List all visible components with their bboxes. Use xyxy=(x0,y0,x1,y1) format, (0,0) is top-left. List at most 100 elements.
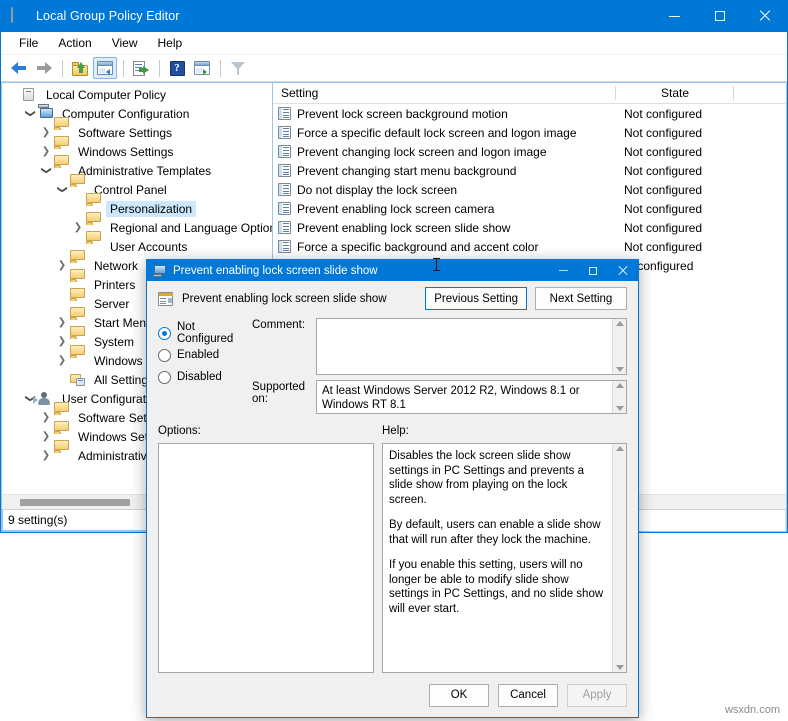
next-setting-button[interactable]: Next Setting xyxy=(535,287,627,310)
close-icon xyxy=(618,266,628,276)
chevron-right-icon[interactable]: ❯ xyxy=(38,450,54,461)
tree-node-label: Network xyxy=(90,258,142,274)
chevron-right-icon[interactable]: ❯ xyxy=(54,260,70,271)
table-row[interactable]: Prevent lock screen background motionNot… xyxy=(273,104,786,123)
cell-state: Not configured xyxy=(616,126,734,140)
dialog-maximize-button[interactable] xyxy=(578,260,608,281)
chevron-down-icon[interactable]: ❯ xyxy=(25,106,36,122)
up-one-level-button[interactable] xyxy=(68,57,92,79)
chevron-down-icon[interactable]: ❯ xyxy=(57,182,68,198)
cell-setting: Force a specific default lock screen and… xyxy=(273,126,616,140)
scroll-up-icon[interactable] xyxy=(616,383,624,388)
minimize-button[interactable] xyxy=(652,0,697,32)
tree-node-label: Local Computer Policy xyxy=(42,87,170,103)
apply-button: Apply xyxy=(567,684,627,707)
chevron-right-icon[interactable]: ❯ xyxy=(38,412,54,423)
column-header-filler xyxy=(734,83,786,103)
chevron-right-icon[interactable]: ❯ xyxy=(54,336,70,347)
chevron-right-icon[interactable]: ❯ xyxy=(70,222,86,233)
policy-setting-dialog: Prevent enabling lock screen slide show … xyxy=(146,259,639,718)
close-icon xyxy=(759,10,771,22)
tree-node-label: System xyxy=(90,334,138,350)
cancel-button[interactable]: Cancel xyxy=(498,684,558,707)
chevron-right-icon[interactable]: ❯ xyxy=(38,127,54,138)
comment-label: Comment: xyxy=(252,318,316,331)
back-button[interactable] xyxy=(7,57,31,79)
menu-file[interactable]: File xyxy=(9,33,48,53)
table-row[interactable]: Prevent changing start menu backgroundNo… xyxy=(273,161,786,180)
chevron-right-icon[interactable]: ❯ xyxy=(54,317,70,328)
table-row[interactable]: Prevent enabling lock screen cameraNot c… xyxy=(273,199,786,218)
export-list-button[interactable] xyxy=(129,57,153,79)
tree-scroll-thumb[interactable] xyxy=(20,499,130,506)
maximize-button[interactable] xyxy=(697,0,742,32)
tree-node-label: Administrative xyxy=(74,448,157,464)
tree-node-label: Regional and Language Option xyxy=(106,220,272,236)
tree-node-control-panel[interactable]: ❯ Control Panel xyxy=(2,180,272,199)
scroll-up-icon[interactable] xyxy=(616,321,624,326)
chevron-right-icon[interactable]: ❯ xyxy=(54,355,70,366)
tree-node-local-computer-policy[interactable]: Local Computer Policy xyxy=(2,85,272,104)
radio-not-configured[interactable]: Not Configured xyxy=(158,322,252,344)
toolbar-separator xyxy=(220,60,221,77)
comment-value[interactable] xyxy=(317,319,612,374)
supported-on-textarea[interactable]: At least Windows Server 2012 R2, Windows… xyxy=(316,380,627,414)
comment-scrollbar[interactable] xyxy=(612,319,626,374)
radio-disabled[interactable]: Disabled xyxy=(158,366,252,388)
tree-node-computer-configuration[interactable]: ❯Computer Configuration xyxy=(2,104,272,123)
policy-setting-icon xyxy=(153,265,167,277)
table-row[interactable]: Do not display the lock screenNot config… xyxy=(273,180,786,199)
tree-node-personalization[interactable]: Personalization xyxy=(2,199,272,218)
comment-textarea[interactable] xyxy=(316,318,627,375)
scroll-down-icon[interactable] xyxy=(616,367,624,372)
menu-view[interactable]: View xyxy=(102,33,148,53)
tree-node-administrative-templates[interactable]: ❯Administrative Templates xyxy=(2,161,272,180)
tree-node-windows-settings[interactable]: ❯Windows Settings xyxy=(2,142,272,161)
tree-node-label: Control Panel xyxy=(90,182,171,198)
toolbar-separator xyxy=(62,60,63,77)
show-hide-tree-button[interactable] xyxy=(93,57,117,79)
table-row[interactable]: Force a specific background and accent c… xyxy=(273,237,786,256)
table-row[interactable]: Prevent enabling lock screen slide showN… xyxy=(273,218,786,237)
menu-action[interactable]: Action xyxy=(48,33,101,53)
filter-button[interactable] xyxy=(226,57,250,79)
tree-node-regional-and-language-option[interactable]: ❯ Regional and Language Option xyxy=(2,218,272,237)
table-row[interactable]: Prevent changing lock screen and logon i… xyxy=(273,142,786,161)
chevron-right-icon[interactable]: ❯ xyxy=(38,146,54,157)
help-scrollbar[interactable] xyxy=(612,444,626,672)
column-header-state[interactable]: State xyxy=(616,83,734,103)
ok-button[interactable]: OK xyxy=(429,684,489,707)
close-button[interactable] xyxy=(742,0,787,32)
window-titlebar: Local Group Policy Editor xyxy=(1,0,787,32)
show-window-button[interactable] xyxy=(190,57,214,79)
radio-enabled[interactable]: Enabled xyxy=(158,344,252,366)
chevron-right-icon[interactable]: ❯ xyxy=(38,431,54,442)
menu-help[interactable]: Help xyxy=(148,33,193,53)
forward-button[interactable] xyxy=(32,57,56,79)
tree-node-user-accounts[interactable]: User Accounts xyxy=(2,237,272,256)
tree-node-icon xyxy=(54,449,70,463)
scroll-up-icon[interactable] xyxy=(616,446,624,451)
help-paragraph: By default, users can enable a slide sho… xyxy=(389,518,606,547)
scroll-down-icon[interactable] xyxy=(616,406,624,411)
back-arrow-icon xyxy=(11,61,27,75)
dialog-setting-name: Prevent enabling lock screen slide show xyxy=(182,293,417,305)
previous-setting-button[interactable]: Previous Setting xyxy=(425,287,527,310)
table-row[interactable]: Force a specific default lock screen and… xyxy=(273,123,786,142)
help-button[interactable]: ? xyxy=(165,57,189,79)
column-header-setting[interactable]: Setting xyxy=(273,83,616,103)
options-pane[interactable] xyxy=(158,443,374,673)
tree-node-software-settings[interactable]: ❯Software Settings xyxy=(2,123,272,142)
settings-count-label: 9 setting(s) xyxy=(8,513,67,527)
scroll-down-icon[interactable] xyxy=(616,665,624,670)
tree-node-icon xyxy=(70,183,86,197)
dialog-close-button[interactable] xyxy=(608,260,638,281)
cell-setting: Force a specific background and accent c… xyxy=(273,240,616,254)
dialog-minimize-button[interactable] xyxy=(548,260,578,281)
cell-state: Not configured xyxy=(616,164,734,178)
policy-setting-icon xyxy=(278,126,292,139)
chevron-down-icon[interactable]: ❯ xyxy=(41,163,52,179)
dialog-footer: OK Cancel Apply xyxy=(147,673,638,717)
supported-on-scrollbar[interactable] xyxy=(612,381,626,413)
dialog-titlebar[interactable]: Prevent enabling lock screen slide show xyxy=(147,260,638,281)
